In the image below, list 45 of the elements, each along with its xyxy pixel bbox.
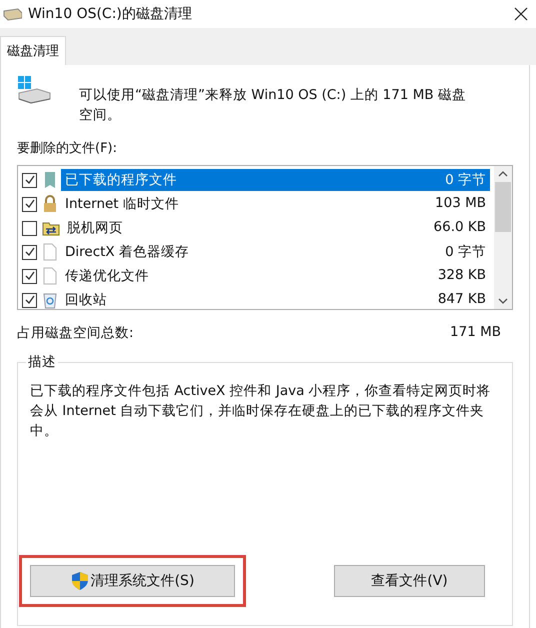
group-legend: 描述 [26, 353, 58, 371]
checkbox[interactable] [22, 244, 37, 260]
total-label: 占用磁盘空间总数: [17, 324, 134, 342]
checkbox[interactable] [22, 172, 37, 188]
files-label: 要删除的文件(F): [17, 140, 118, 157]
description-text: 已下载的程序文件包括 ActiveX 控件和 Java 小程序，你查看特定网页时将会从 Internet 自动下载它们，并临时保存在硬盘上的已下载的程序文件夹中。 [30, 382, 492, 441]
drive-icon [17, 75, 51, 105]
file-size: 0 字节 [445, 171, 486, 189]
file-size: 66.0 KB [434, 219, 486, 237]
window-title: Win10 OS(C:)的磁盘清理 [28, 5, 192, 23]
checkbox[interactable] [22, 268, 37, 284]
tab[interactable]: 磁盘清理 [0, 36, 66, 65]
checkbox[interactable] [22, 220, 37, 236]
file-list-item[interactable]: 已下载的程序文件 0 字节 [61, 169, 490, 191]
file-size: 847 KB [438, 291, 486, 309]
document-icon [42, 243, 58, 261]
document-icon [42, 267, 58, 285]
file-list-item[interactable]: 传递优化文件 328 KB [61, 265, 490, 287]
checkbox[interactable] [22, 196, 37, 212]
file-name: 回收站 [65, 291, 107, 309]
drive-icon [2, 7, 22, 21]
file-size: 0 字节 [445, 243, 486, 261]
file-size: 103 MB [435, 195, 486, 213]
action-button[interactable]: 查看文件(V) [334, 565, 485, 597]
scrollbar-thumb[interactable] [495, 182, 511, 232]
file-size: 328 KB [438, 267, 486, 285]
checkbox[interactable] [22, 292, 37, 308]
file-name: DirectX 着色器缓存 [65, 243, 189, 261]
close-icon[interactable] [514, 7, 528, 21]
file-list-item[interactable]: 脱机网页 66.0 KB [63, 217, 490, 239]
file-list-item[interactable]: Internet 临时文件 103 MB [61, 193, 490, 215]
book-icon [42, 171, 58, 189]
file-list-item[interactable]: 回收站 847 KB [61, 289, 490, 309]
file-name: Internet 临时文件 [65, 195, 179, 213]
file-list-item[interactable]: DirectX 着色器缓存 0 字节 [61, 241, 490, 263]
scrollbar[interactable] [494, 166, 512, 309]
lock-icon [42, 195, 58, 213]
intro-text: 可以使用“磁盘清理”来释放 Win10 OS (C:) 上的 171 MB 磁盘空间。 [79, 86, 467, 125]
file-name: 脱机网页 [67, 219, 123, 237]
file-name: 已下载的程序文件 [65, 171, 177, 189]
recycle-bin-icon [42, 291, 58, 309]
action-button[interactable]: 清理系统文件(S) [30, 565, 235, 597]
file-name: 传递优化文件 [65, 267, 149, 285]
total-value: 171 MB [450, 324, 501, 342]
shield-icon [70, 571, 89, 591]
